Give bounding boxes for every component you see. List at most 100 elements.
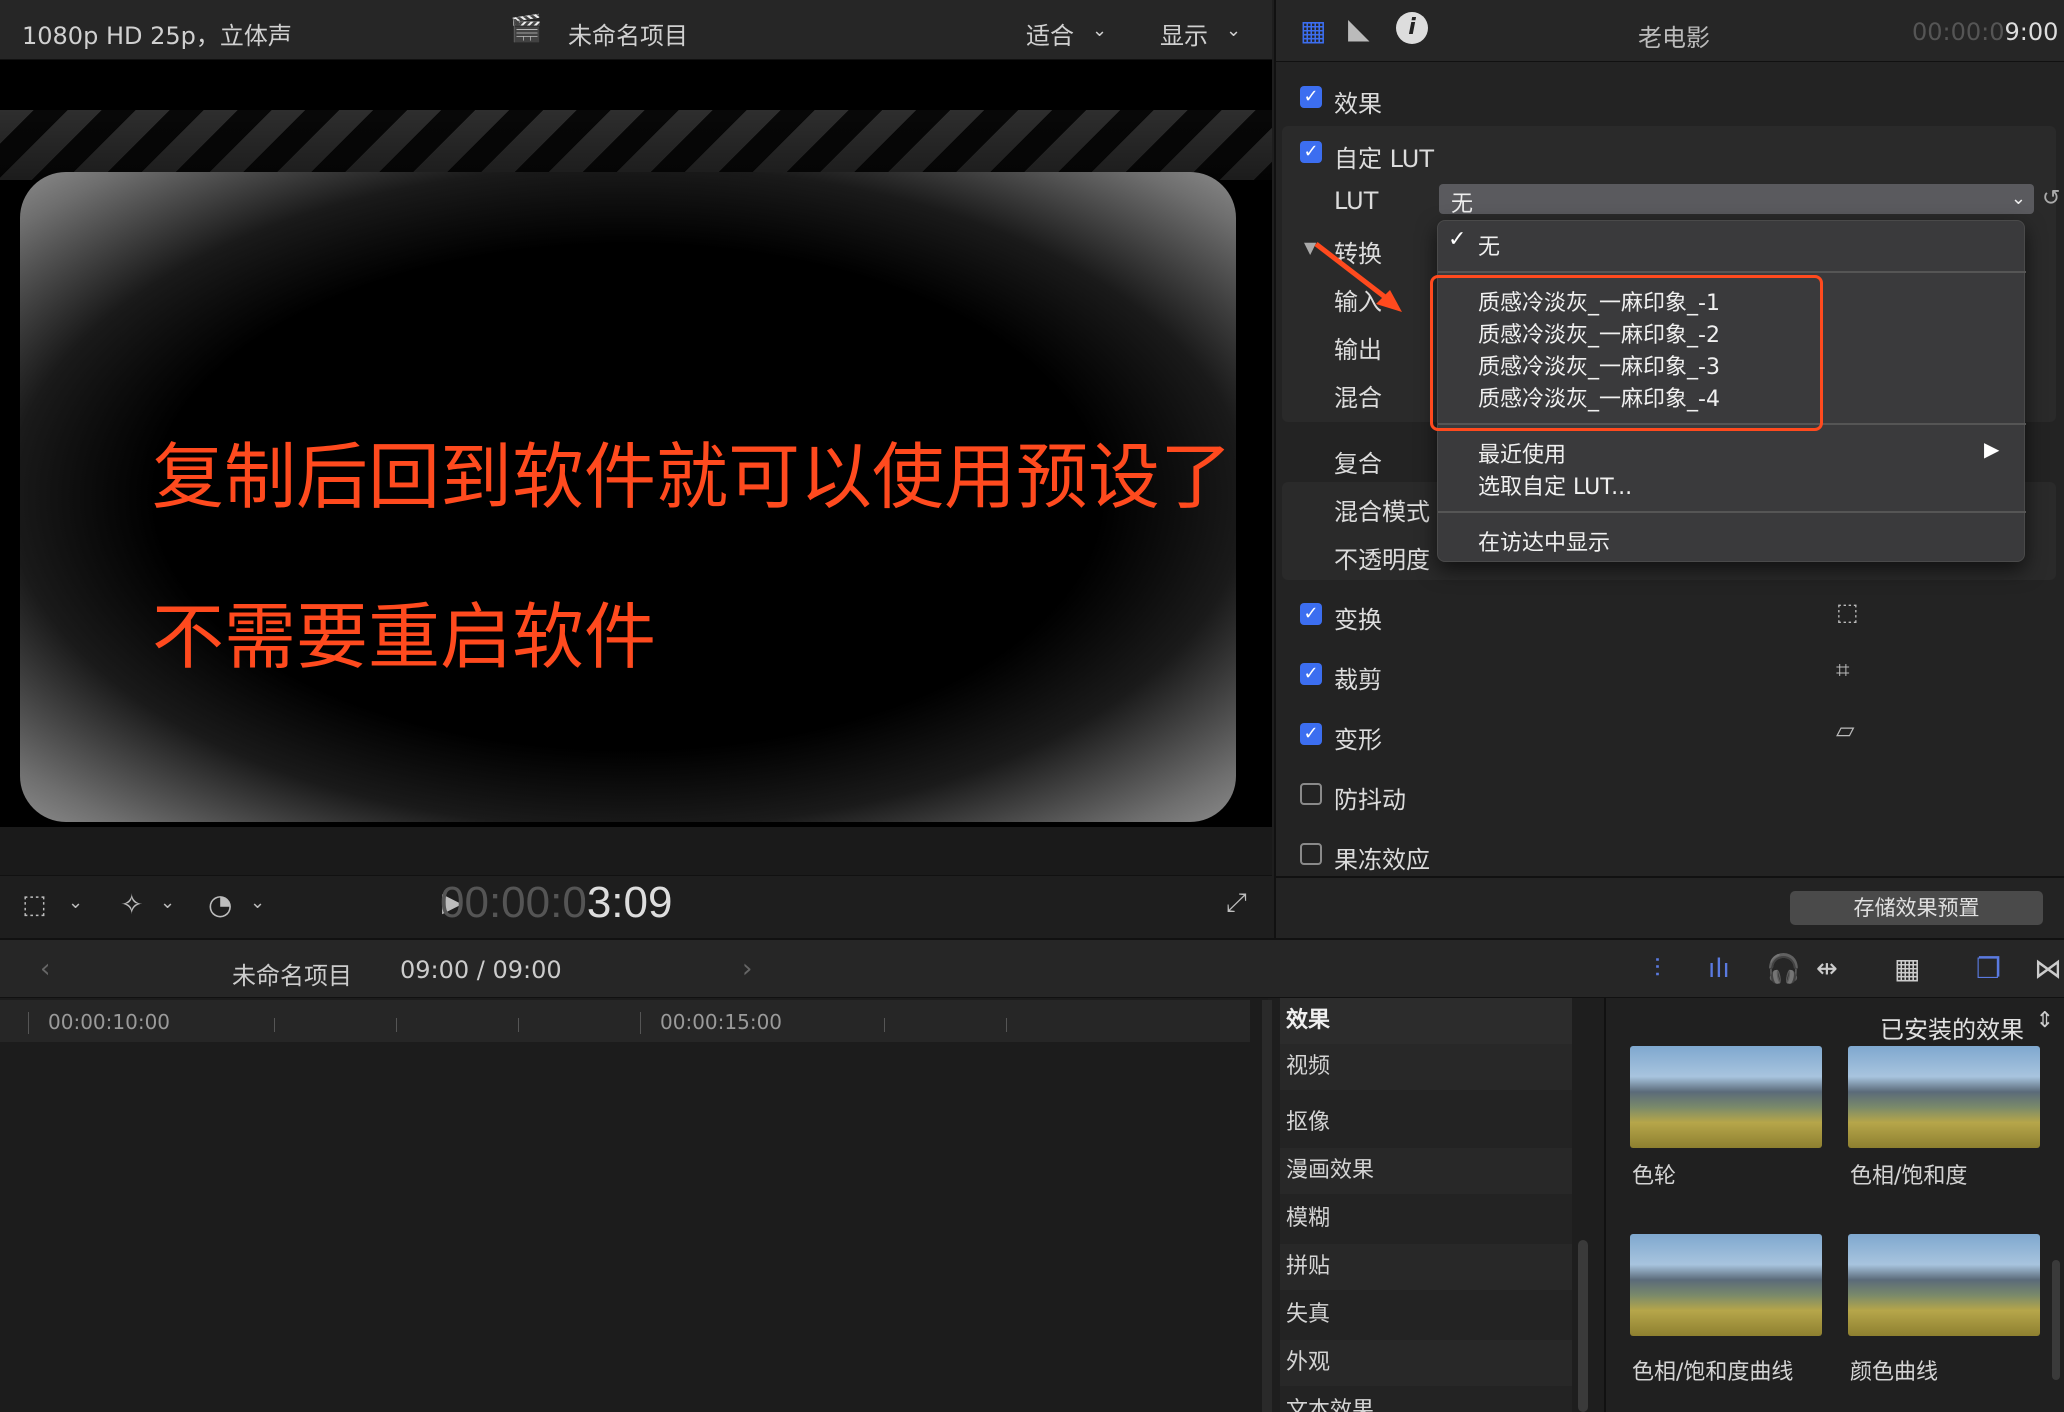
crop-label: 裁剪: [1334, 666, 1382, 694]
installed-effects-menu[interactable]: 已安装的效果: [1880, 1010, 2024, 1045]
transform-checkbox[interactable]: ✓: [1300, 603, 1322, 625]
chevron-down-icon: ⌄: [2010, 188, 2026, 209]
category-looks[interactable]: 外观: [1280, 1340, 1572, 1386]
effect-thumbnail[interactable]: [1848, 1234, 2040, 1336]
color-inspector-icon[interactable]: ◣: [1348, 12, 1370, 45]
crop-onscreen-icon[interactable]: ⌗: [1836, 656, 1850, 684]
clip-name: 老电影: [1638, 24, 1710, 52]
stabilize-label: 防抖动: [1334, 786, 1406, 814]
effect-thumbnail[interactable]: [1630, 1234, 1822, 1336]
chevron-down-icon[interactable]: ⌄: [250, 892, 265, 913]
chevron-down-icon[interactable]: ⌄: [68, 892, 83, 913]
annotation-arrow: [1314, 242, 1402, 312]
crop-checkbox[interactable]: ✓: [1300, 663, 1322, 685]
inspector-timecode: 00:00:09:00: [1912, 18, 2059, 46]
effects-grid-scrollbar[interactable]: [2052, 1260, 2060, 1380]
menu-item-choose-custom-lut[interactable]: 选取自定 LUT...: [1478, 469, 1632, 501]
transform-label: 变换: [1334, 606, 1382, 634]
format-info: 1080p HD 25p，立体声: [22, 22, 292, 50]
stabilize-checkbox[interactable]: [1300, 783, 1322, 805]
submenu-arrow-icon: ▶: [1984, 437, 2000, 461]
chevron-down-icon[interactable]: ⌄: [160, 892, 175, 913]
transform-onscreen-icon[interactable]: ⬚: [1836, 598, 1859, 626]
category-scrollbar[interactable]: [1578, 1240, 1588, 1412]
headphones-icon[interactable]: 🎧: [1766, 952, 1801, 985]
distort-checkbox[interactable]: ✓: [1300, 723, 1322, 745]
chevron-down-icon[interactable]: ⌄: [1226, 20, 1241, 41]
rolling-shutter-checkbox[interactable]: [1300, 843, 1322, 865]
category-video[interactable]: 视频: [1280, 1044, 1572, 1090]
ruler-timecode: 00:00:10:00: [48, 1010, 171, 1034]
category-distortion[interactable]: 失真: [1280, 1292, 1572, 1338]
menu-item-show-in-finder[interactable]: 在访达中显示: [1478, 525, 1610, 557]
inspector-header: ▦ ◣ i 老电影 00:00:09:00: [1276, 0, 2064, 62]
reset-icon[interactable]: ↺: [2042, 186, 2060, 211]
timeline-project-name: 未命名项目: [232, 962, 352, 990]
effects-section-row[interactable]: ✓ 效果: [1276, 70, 2064, 128]
effect-thumbnail[interactable]: [1630, 1046, 1822, 1148]
fullscreen-icon[interactable]: ⤢: [1226, 888, 1247, 919]
effects-header[interactable]: 效果: [1280, 998, 1572, 1044]
menu-item-recent[interactable]: 最近使用: [1478, 437, 1566, 469]
divider: [1276, 876, 2064, 878]
viewer-header: 1080p HD 25p，立体声 🎬 未命名项目 适合 ⌄ 显示 ⌄: [0, 0, 1272, 60]
checkmark-icon: ✓: [1448, 227, 1467, 252]
audio-waveform-icon[interactable]: ılı: [1708, 954, 1730, 984]
video-inspector-icon[interactable]: ▦: [1300, 14, 1326, 47]
effects-checkbox[interactable]: ✓: [1300, 86, 1322, 108]
film-browser-icon[interactable]: ▦: [1894, 952, 1920, 985]
composite-label: 复合: [1334, 450, 1382, 478]
opacity-label: 不透明度: [1334, 546, 1430, 574]
clip-appearance-icon[interactable]: ⫶: [1654, 954, 1661, 985]
clapper-icon: 🎬: [510, 14, 543, 44]
timeline-duration: 09:00 / 09:00: [400, 956, 562, 984]
fit-menu[interactable]: 适合: [1026, 16, 1074, 51]
timeline-scrollbar[interactable]: [1262, 1000, 1272, 1412]
display-menu[interactable]: 显示: [1160, 16, 1208, 51]
category-blur[interactable]: 模糊: [1280, 1196, 1572, 1242]
distort-onscreen-icon[interactable]: ▱: [1836, 716, 1854, 744]
enhance-wand-icon[interactable]: ✧: [120, 888, 143, 921]
annotation-line-2: 不需要重启软件: [152, 595, 657, 679]
video-preview[interactable]: 复制后回到软件就可以使用预设了 不需要重启软件: [0, 60, 1272, 827]
category-text-effects[interactable]: 文本效果: [1280, 1388, 1572, 1412]
effects-grid: 已安装的效果 ⇕ 色轮 色相/饱和度 色相/饱和度曲线 颜色曲线: [1604, 998, 2064, 1412]
effect-name: 色相/饱和度: [1850, 1164, 1968, 1189]
distort-label: 变形: [1334, 726, 1382, 754]
menu-item-none[interactable]: 无: [1478, 229, 1500, 261]
back-arrow-icon[interactable]: ‹: [40, 954, 50, 984]
effect-name: 色轮: [1632, 1164, 1677, 1189]
custom-lut-label: 自定 LUT: [1334, 145, 1435, 173]
retime-speed-icon[interactable]: ◔: [208, 888, 232, 921]
lut-select[interactable]: 无 ⌄: [1439, 184, 2034, 217]
timeline-area[interactable]: [0, 998, 1268, 1412]
save-effects-preset-button[interactable]: 存储效果预置: [1790, 891, 2043, 925]
effect-name: 颜色曲线: [1850, 1360, 1939, 1385]
chevron-down-icon[interactable]: ⌄: [1092, 20, 1107, 41]
view-options-icon[interactable]: ⬚: [22, 890, 47, 920]
effects-label: 效果: [1334, 90, 1382, 118]
updown-chevron-icon[interactable]: ⇕: [2036, 1008, 2054, 1033]
ruler-timecode: 00:00:15:00: [660, 1010, 783, 1034]
effect-name: 色相/饱和度曲线: [1632, 1360, 1794, 1385]
info-icon[interactable]: i: [1396, 12, 1428, 44]
snapping-icon[interactable]: ⇹: [1816, 954, 1838, 984]
custom-lut-checkbox[interactable]: ✓: [1300, 141, 1322, 163]
viewer-timecode: 00:00:03:09: [440, 878, 673, 927]
timeline-header: ‹ 未命名项目 09:00 / 09:00 › ⫶ ılı 🎧 ⇹ ▦ ❐ ⋈: [0, 938, 2064, 998]
output-label: 输出: [1334, 336, 1382, 364]
highlight-box: [1430, 275, 1823, 431]
category-comic[interactable]: 漫画效果: [1280, 1148, 1572, 1194]
annotation-line-1: 复制后回到软件就可以使用预设了: [152, 435, 1233, 519]
forward-arrow-icon[interactable]: ›: [742, 954, 752, 984]
effect-thumbnail[interactable]: [1848, 1046, 2040, 1148]
timeline-ruler[interactable]: 00:00:10:00 00:00:15:00: [0, 1000, 1250, 1042]
category-tiling[interactable]: 拼贴: [1280, 1244, 1572, 1290]
project-title: 未命名项目: [568, 22, 688, 50]
effects-browser-icon[interactable]: ❐: [1976, 952, 2001, 985]
category-keying[interactable]: 抠像: [1280, 1100, 1572, 1146]
transitions-browser-icon[interactable]: ⋈: [2034, 952, 2062, 985]
effects-category-list: 效果 视频 抠像 漫画效果 模糊 拼贴 失真 外观 文本效果: [1280, 998, 1572, 1412]
mix-label: 混合: [1334, 384, 1382, 412]
rolling-shutter-label: 果冻效应: [1334, 846, 1430, 874]
